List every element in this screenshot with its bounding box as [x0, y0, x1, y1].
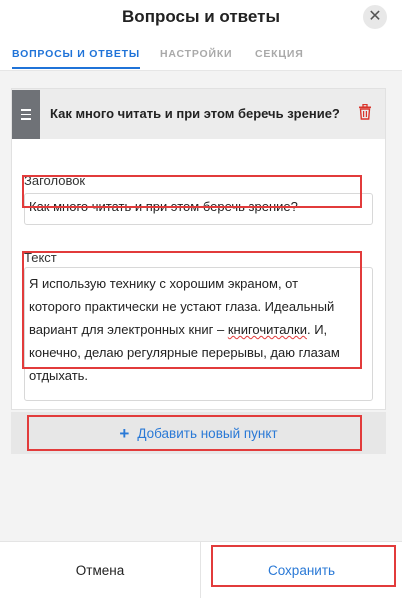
trash-icon[interactable]	[358, 104, 372, 120]
heading-input-value: Как много читать и при этом беречь зрени…	[29, 199, 298, 214]
tab-bar: ВОПРОСЫ И ОТВЕТЫ НАСТРОЙКИ СЕКЦИЯ	[0, 36, 402, 71]
add-item-button[interactable]: + Добавить новый пункт	[11, 412, 386, 454]
drag-handle-icon[interactable]	[12, 90, 40, 139]
plus-icon: +	[119, 424, 130, 443]
close-icon: ✕	[368, 8, 382, 25]
add-item-content: + Добавить новый пункт	[11, 424, 386, 444]
close-button[interactable]: ✕	[363, 5, 387, 29]
dialog-title: Вопросы и ответы	[122, 7, 280, 26]
text-textarea[interactable]: Я использую технику с хорошим экраном, о…	[24, 267, 373, 401]
text-textarea-value: Я использую технику с хорошим экраном, о…	[29, 276, 340, 383]
faq-item-title: Как много читать и при этом беречь зрени…	[50, 106, 340, 121]
faq-item-card: Как много читать и при этом беречь зрени…	[11, 88, 386, 410]
add-item-label: Добавить новый пункт	[137, 426, 278, 441]
save-button[interactable]: Сохранить	[200, 542, 402, 598]
text-label: Текст	[24, 250, 57, 265]
cancel-button[interactable]: Отмена	[0, 542, 200, 598]
misspelled-word: книгочиталки	[227, 322, 307, 337]
tab-settings[interactable]: НАСТРОЙКИ	[160, 48, 232, 60]
heading-label: Заголовок	[24, 173, 86, 188]
editor-content: Как много читать и при этом беречь зрени…	[0, 71, 402, 541]
dialog-footer: Отмена Сохранить	[0, 541, 402, 598]
tab-section[interactable]: СЕКЦИЯ	[255, 48, 304, 60]
faq-item-header: Как много читать и при этом беречь зрени…	[12, 89, 385, 139]
tab-questions-answers[interactable]: ВОПРОСЫ И ОТВЕТЫ	[12, 48, 140, 69]
dialog-header: Вопросы и ответы ✕	[0, 0, 402, 36]
heading-input[interactable]: Как много читать и при этом беречь зрени…	[24, 193, 373, 225]
